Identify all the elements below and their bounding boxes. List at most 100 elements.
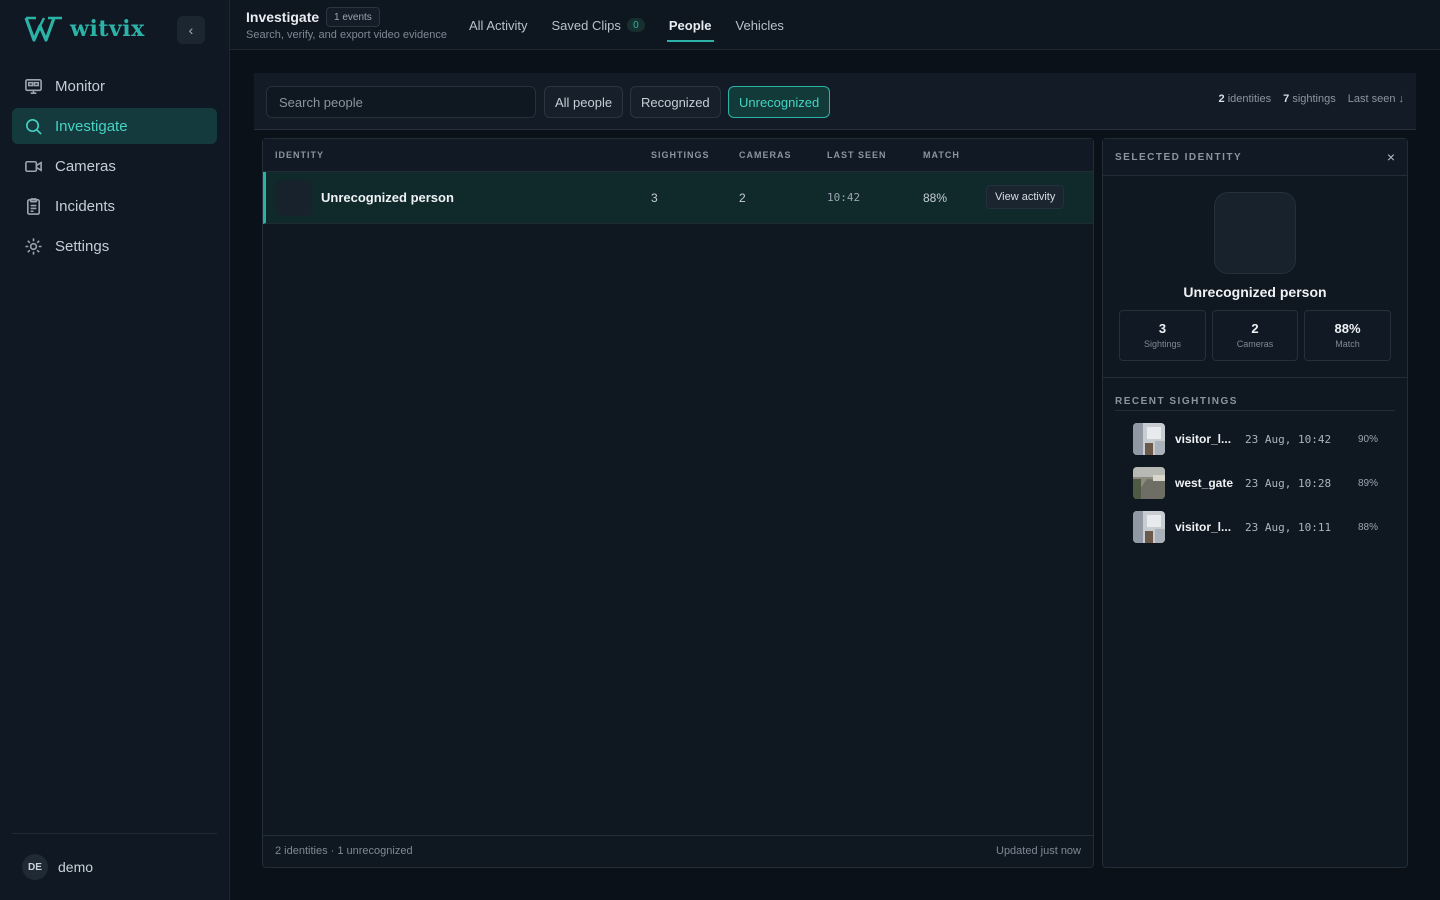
logo-text: witvix xyxy=(70,16,145,42)
sighting-thumbnail xyxy=(1133,423,1165,455)
sidebar-item-settings[interactable]: Settings xyxy=(12,228,217,264)
close-icon[interactable]: × xyxy=(1387,149,1395,165)
monitor-icon xyxy=(24,77,43,96)
sighting-thumbnail xyxy=(1133,511,1165,543)
last-seen-cell: 10:42 xyxy=(827,191,861,204)
stat-label: Cameras xyxy=(1236,339,1274,349)
sighting-item[interactable]: west_gate 23 Aug, 10:28 89% xyxy=(1133,467,1383,499)
sightings-count: 7 xyxy=(1283,93,1290,105)
table-footer: 2 identities · 1 unrecognized Updated ju… xyxy=(263,835,1093,867)
stat-label: Match xyxy=(1335,339,1360,349)
sighting-match: 88% xyxy=(1357,522,1378,533)
identities-label: identities xyxy=(1227,93,1272,105)
tab-vehicles[interactable]: Vehicles xyxy=(736,0,784,50)
filter-chip-unrecognized[interactable]: Unrecognized xyxy=(728,86,831,118)
user-name: demo xyxy=(58,859,94,875)
result-stats: 2 identities 7 sightings Last seen ↓ xyxy=(1219,93,1404,105)
sighting-item[interactable]: visitor_l... 23 Aug, 10:11 88% xyxy=(1133,511,1383,543)
sightings-stat: 7 sightings xyxy=(1283,93,1336,105)
table-summary: 2 identities · 1 unrecognized xyxy=(275,845,413,857)
people-table: IDENTITY SIGHTINGS CAMERAS LAST SEEN MAT… xyxy=(262,138,1094,868)
sighting-camera: west_gate xyxy=(1175,476,1234,490)
sighting-match: 89% xyxy=(1357,478,1378,489)
column-header-sightings[interactable]: SIGHTINGS xyxy=(651,150,710,160)
view-activity-button[interactable]: View activity xyxy=(986,185,1065,209)
divider xyxy=(1103,377,1407,378)
avatar: DE xyxy=(22,854,48,880)
sidebar-item-label: Incidents xyxy=(55,197,116,215)
sightings-cell: 3 xyxy=(651,191,658,205)
tab-label: All Activity xyxy=(469,17,528,33)
divider xyxy=(1115,410,1395,411)
saved-clips-count-badge: 0 xyxy=(626,18,645,32)
identity-thumbnail xyxy=(276,180,312,216)
sighting-time: 23 Aug, 10:28 xyxy=(1245,477,1332,490)
stat-cameras: 2 Cameras xyxy=(1212,310,1298,361)
page-header: Investigate 1 events Search, verify, and… xyxy=(230,0,1440,50)
sighting-thumbnail xyxy=(1133,467,1165,499)
stat-sightings: 3 Sightings xyxy=(1119,310,1206,361)
stat-value: 88% xyxy=(1334,321,1361,336)
sighting-match: 90% xyxy=(1357,434,1378,445)
sidebar-nav: Monitor Investigate Cameras Incidents Se… xyxy=(12,68,217,268)
recent-sightings-title: RECENT SIGHTINGS xyxy=(1115,396,1238,407)
match-cell: 88% xyxy=(923,191,948,205)
column-header-match[interactable]: MATCH xyxy=(923,150,960,160)
chevron-left-icon: ‹ xyxy=(188,22,194,38)
sidebar-item-monitor[interactable]: Monitor xyxy=(12,68,217,104)
sightings-label: sightings xyxy=(1292,93,1336,105)
tab-label: People xyxy=(668,17,712,33)
identity-name: Unrecognized person xyxy=(1183,284,1327,300)
sidebar-item-label: Cameras xyxy=(55,157,116,175)
tab-all-activity[interactable]: All Activity xyxy=(469,0,528,50)
identity-name: Unrecognized person xyxy=(321,190,454,205)
sidebar: witvix ‹ Monitor Investigate Cameras Inc… xyxy=(0,0,230,900)
page-title: Investigate xyxy=(246,9,320,25)
cameras-cell: 2 xyxy=(739,191,746,205)
tab-saved-clips[interactable]: Saved Clips 0 xyxy=(552,0,645,50)
search-icon xyxy=(24,117,43,136)
sidebar-item-incidents[interactable]: Incidents xyxy=(12,188,217,224)
tab-label: Saved Clips xyxy=(551,17,621,33)
sighting-camera: visitor_l... xyxy=(1175,520,1232,534)
logo[interactable]: witvix xyxy=(24,15,145,43)
filter-chip-all-people[interactable]: All people xyxy=(544,86,624,118)
tab-bar: All Activity Saved Clips 0 People Vehicl… xyxy=(469,0,808,50)
sidebar-item-investigate[interactable]: Investigate xyxy=(12,108,217,144)
column-header-last-seen[interactable]: LAST SEEN xyxy=(827,150,887,160)
tab-people[interactable]: People xyxy=(666,0,714,50)
page-subtitle: Search, verify, and export video evidenc… xyxy=(246,29,447,41)
tab-label: Vehicles xyxy=(735,17,784,33)
column-header-cameras[interactable]: CAMERAS xyxy=(739,150,792,160)
detail-header: SELECTED IDENTITY × xyxy=(1103,139,1407,176)
selected-identity-panel: SELECTED IDENTITY × Unrecognized person … xyxy=(1102,138,1408,868)
column-header-identity[interactable]: IDENTITY xyxy=(275,150,324,160)
camera-icon xyxy=(24,157,43,176)
filter-chip-recognized[interactable]: Recognized xyxy=(630,86,721,118)
sighting-item[interactable]: visitor_l... 23 Aug, 10:42 90% xyxy=(1133,423,1383,455)
sort-dropdown[interactable]: Last seen ↓ xyxy=(1348,93,1404,105)
sidebar-item-label: Settings xyxy=(55,237,110,255)
table-row[interactable]: Unrecognized person 3 2 10:42 88% View a… xyxy=(263,172,1093,224)
sighting-camera: visitor_l... xyxy=(1175,432,1232,446)
sighting-time: 23 Aug, 10:11 xyxy=(1245,521,1332,534)
identities-count: 2 xyxy=(1218,93,1225,105)
user-menu[interactable]: DE demo xyxy=(12,833,217,900)
stat-value: 2 xyxy=(1251,321,1259,336)
sighting-time: 23 Aug, 10:42 xyxy=(1245,433,1332,446)
updated-status: Updated just now xyxy=(996,845,1081,857)
sidebar-item-cameras[interactable]: Cameras xyxy=(12,148,217,184)
clipboard-icon xyxy=(24,197,43,216)
sidebar-item-label: Monitor xyxy=(55,77,106,95)
filter-bar: All people Recognized Unrecognized 2 ide… xyxy=(254,73,1416,130)
identities-stat: 2 identities xyxy=(1219,93,1272,105)
search-people-input[interactable] xyxy=(266,86,536,118)
stat-label: Sightings xyxy=(1143,339,1182,349)
stat-value: 3 xyxy=(1158,321,1167,336)
gear-icon xyxy=(24,237,43,256)
table-header: IDENTITY SIGHTINGS CAMERAS LAST SEEN MAT… xyxy=(263,139,1093,172)
stat-match: 88% Match xyxy=(1304,310,1391,361)
detail-title: SELECTED IDENTITY xyxy=(1115,152,1243,163)
collapse-sidebar-button[interactable]: ‹ xyxy=(177,16,205,44)
sidebar-item-label: Investigate xyxy=(55,117,128,135)
